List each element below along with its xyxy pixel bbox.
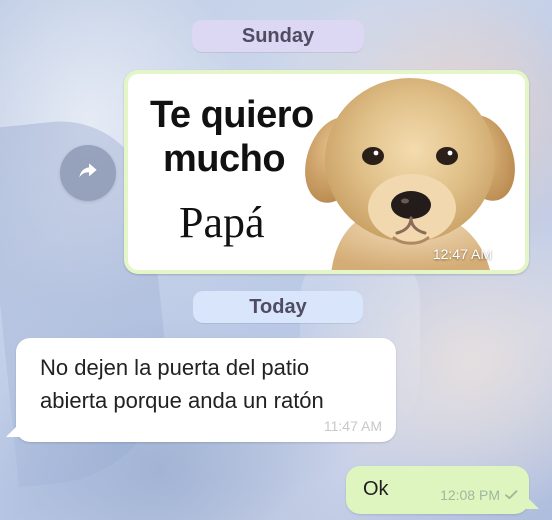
double-check-icon	[497, 246, 515, 262]
image-message-time: 12:47 AM	[432, 246, 492, 262]
sticker-text-line-3: Papá	[179, 198, 265, 247]
sticker-text-line-1: Te quiero	[150, 94, 314, 136]
incoming-message-text: No dejen la puerta del patio abierta por…	[40, 355, 324, 413]
image-message-bubble[interactable]: Te quiero mucho Papá 12:47 AM	[124, 70, 529, 274]
outgoing-message-time: 12:08 PM	[440, 487, 500, 503]
single-check-icon	[505, 487, 518, 503]
date-separator-today: Today	[193, 291, 363, 323]
incoming-message-bubble[interactable]: No dejen la puerta del patio abierta por…	[16, 338, 396, 442]
date-separator-sunday: Sunday	[192, 20, 364, 52]
outgoing-message-bubble[interactable]: Ok 12:08 PM	[346, 466, 529, 514]
puppy-image	[297, 74, 525, 270]
sticker-image: Te quiero mucho Papá 12:47 AM	[128, 74, 525, 270]
date-label: Sunday	[241, 24, 315, 47]
sticker-text-line-2: mucho	[163, 138, 286, 180]
forward-icon	[75, 158, 101, 189]
incoming-message-time: 11:47 AM	[323, 418, 382, 434]
date-label: Today	[249, 295, 307, 318]
outgoing-message-meta: 12:08 PM	[440, 487, 518, 503]
image-message-meta: 12:47 AM	[433, 246, 515, 262]
forward-button[interactable]	[60, 145, 116, 201]
outgoing-message-text: Ok	[363, 478, 389, 500]
